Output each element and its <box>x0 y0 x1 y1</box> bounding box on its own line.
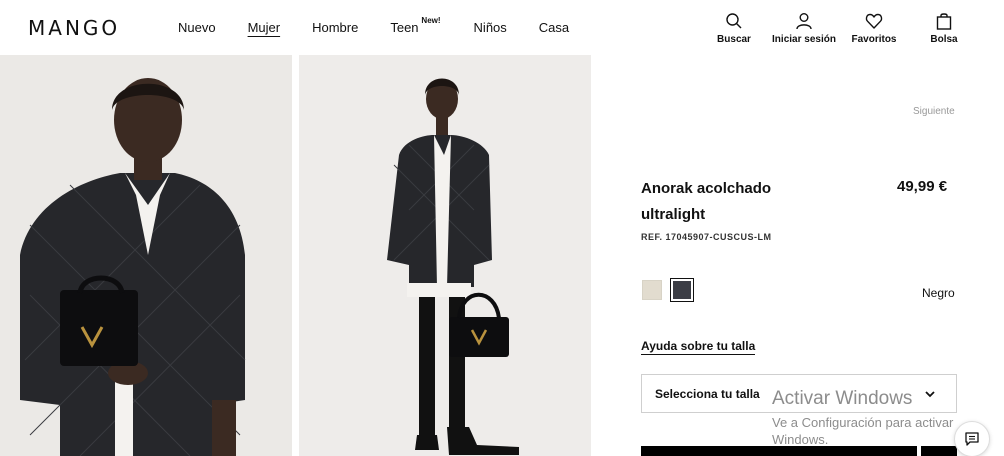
product-image-closeup[interactable] <box>0 55 292 456</box>
windows-activation-title: Activar Windows <box>772 388 913 409</box>
user-icon <box>796 13 812 30</box>
product-image-fullbody[interactable] <box>299 55 591 456</box>
color-swatch-negro[interactable] <box>670 278 694 302</box>
size-help-link[interactable]: Ayuda sobre tu talla <box>641 339 756 355</box>
product-price: 49,99 € <box>897 178 948 195</box>
model-closeup-illustration <box>0 55 292 456</box>
selected-color-name: Negro <box>922 286 955 300</box>
chat-icon <box>965 432 979 446</box>
next-product-link[interactable]: Siguiente <box>913 106 955 117</box>
favorites-button[interactable]: Favoritos <box>851 12 897 45</box>
color-swatch-beige[interactable] <box>642 280 662 300</box>
search-button[interactable]: Buscar <box>717 12 751 45</box>
chevron-down-icon <box>925 391 935 398</box>
search-icon <box>726 13 742 29</box>
site-header: MANGO Nuevo Mujer Hombre Teen New! Niños … <box>0 0 1004 55</box>
favorites-label: Favoritos <box>851 34 897 45</box>
model-fullbody-illustration <box>299 55 591 456</box>
product-reference: REF. 17045907-CUSCUS-LM <box>641 232 772 242</box>
product-title: Anorak acolchado ultralight <box>641 180 772 223</box>
login-label: Iniciar sesión <box>772 34 836 45</box>
search-label: Buscar <box>717 34 751 45</box>
header-tools: Buscar Iniciar sesión Favoritos Bolsa <box>0 12 1004 52</box>
color-swatch-negro-fill <box>673 281 691 299</box>
login-button[interactable]: Iniciar sesión <box>772 12 836 45</box>
bag-button[interactable]: Bolsa <box>928 12 960 45</box>
bag-icon <box>936 13 952 30</box>
bag-label: Bolsa <box>930 34 958 45</box>
heart-icon <box>865 13 883 29</box>
size-select-label: Selecciona tu talla <box>655 387 760 401</box>
chat-button[interactable] <box>954 421 990 456</box>
